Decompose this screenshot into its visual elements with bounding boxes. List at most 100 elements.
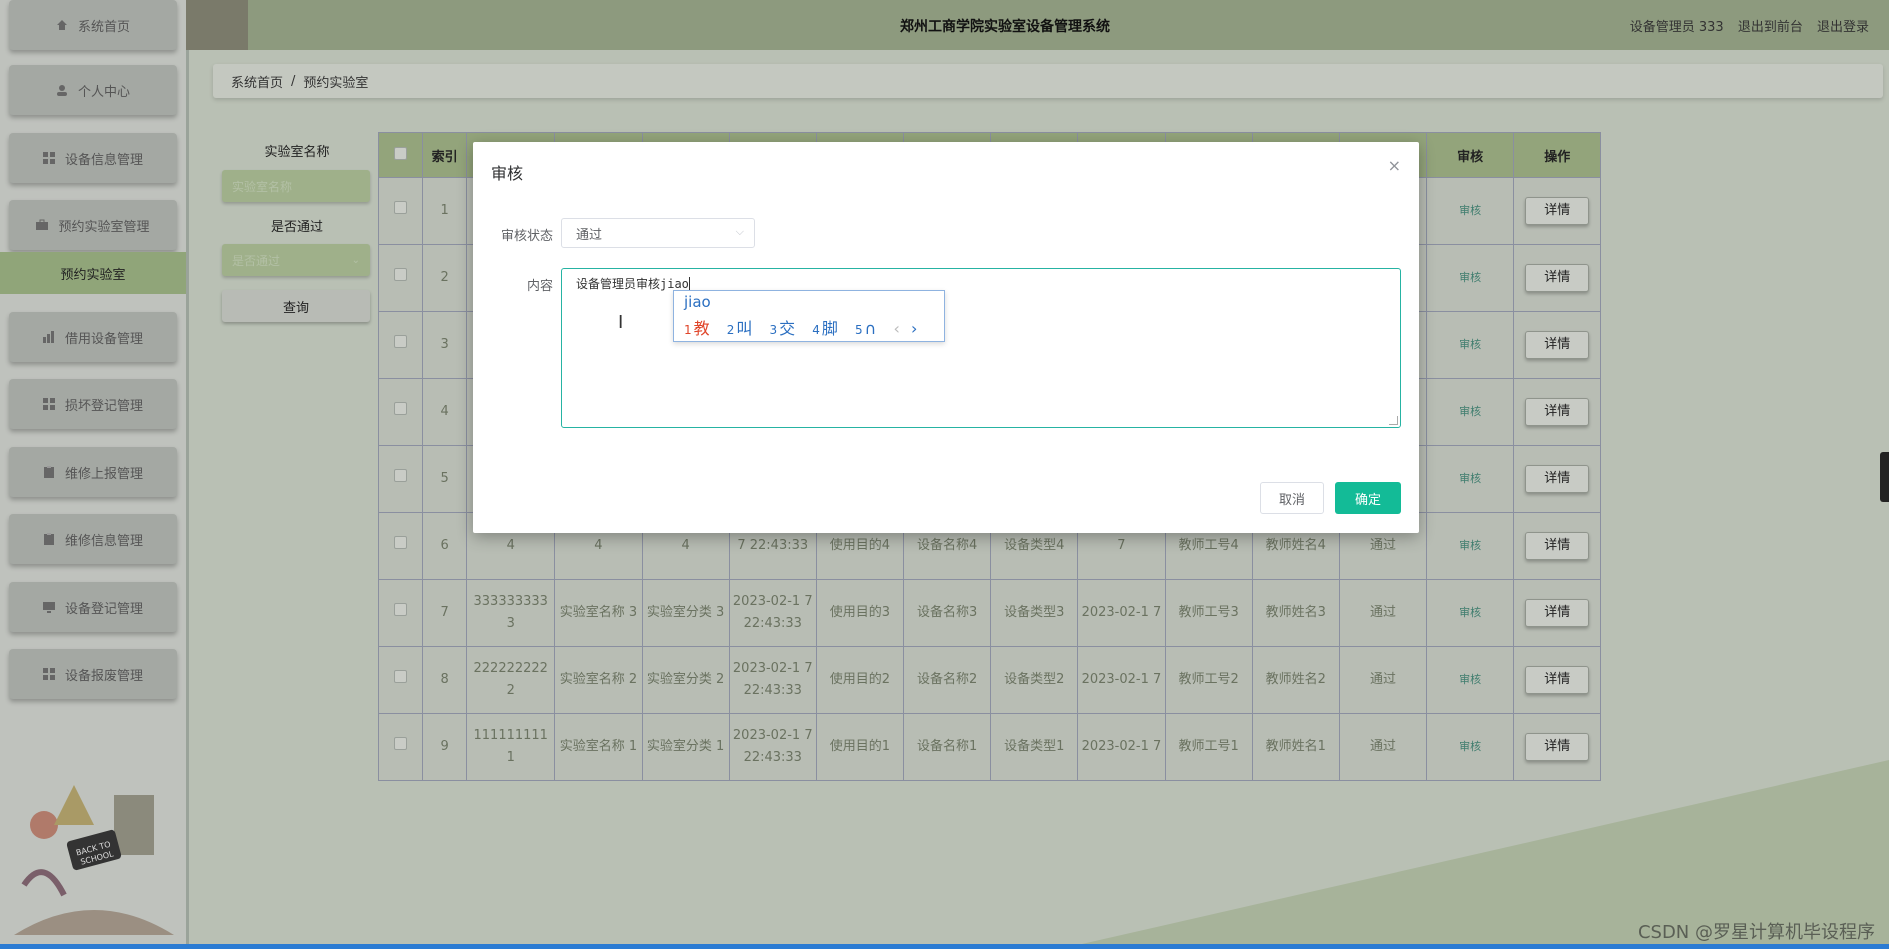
clipboard-icon bbox=[43, 533, 54, 545]
sidebar-item-label: 设备登记管理 bbox=[64, 601, 143, 617]
sidebar-item-borrow[interactable]: 借用设备管理 bbox=[9, 312, 177, 362]
sidebar-item-booked-lab[interactable]: 预约实验室 bbox=[0, 252, 186, 294]
table-cell: 222222222 2 bbox=[466, 646, 556, 714]
detail-button[interactable]: 详情 bbox=[1525, 465, 1590, 493]
checkbox-icon[interactable] bbox=[394, 603, 408, 616]
sidebar-item-scrap[interactable]: 设备报废管理 bbox=[9, 649, 177, 699]
scrollbar-handle[interactable] bbox=[1880, 452, 1889, 502]
review-link[interactable]: 审核 bbox=[1459, 405, 1481, 418]
ime-candidate[interactable]: 3交 bbox=[770, 319, 796, 338]
sidebar-item-repair-report[interactable]: 维修上报管理 bbox=[9, 447, 177, 497]
pass-select[interactable]: 是否通过 ⌄ bbox=[222, 244, 370, 276]
row-checkbox[interactable] bbox=[377, 579, 424, 647]
detail-button[interactable]: 详情 bbox=[1525, 197, 1590, 225]
grid-icon bbox=[42, 668, 55, 680]
checkbox-icon[interactable] bbox=[394, 670, 408, 683]
checkbox-icon[interactable] bbox=[394, 146, 408, 160]
cell-index: 3 bbox=[422, 311, 468, 379]
ime-candidate[interactable]: 5 ∩ bbox=[855, 319, 876, 338]
breadcrumb-separator: / bbox=[291, 73, 296, 89]
col-action: 操作 bbox=[1513, 132, 1602, 178]
resize-handle-icon[interactable] bbox=[1389, 416, 1398, 425]
cell-review: 审核 bbox=[1426, 177, 1515, 245]
table-cell: 实验室分类 1 bbox=[641, 713, 730, 781]
status-select[interactable]: 通过 ⌵ bbox=[561, 218, 755, 248]
row-checkbox[interactable] bbox=[377, 378, 424, 446]
cell-action: 详情 bbox=[1513, 445, 1602, 513]
sidebar-item-repair-info[interactable]: 维修信息管理 bbox=[9, 514, 177, 564]
logo-icon bbox=[186, 0, 248, 50]
row-checkbox[interactable] bbox=[377, 244, 424, 312]
logout-link[interactable]: 退出登录 bbox=[1817, 20, 1869, 35]
select-all-header[interactable] bbox=[377, 132, 424, 178]
review-link[interactable]: 审核 bbox=[1459, 472, 1481, 485]
user-area: 设备管理员 333 退出到前台 退出登录 bbox=[1620, 16, 1869, 35]
ime-candidate[interactable]: 2叫 bbox=[727, 319, 753, 338]
dialog-title: 审核 bbox=[491, 164, 524, 183]
table-cell: 实验室分类 3 bbox=[641, 579, 730, 647]
breadcrumb-home[interactable]: 系统首页 bbox=[231, 72, 283, 91]
close-icon[interactable]: × bbox=[1388, 156, 1401, 175]
sidebar-item-damage[interactable]: 损坏登记管理 bbox=[9, 379, 177, 429]
review-link[interactable]: 审核 bbox=[1459, 204, 1481, 217]
sidebar-item-equipment[interactable]: 设备信息管理 bbox=[9, 133, 177, 183]
checkbox-icon[interactable] bbox=[394, 536, 408, 549]
table-cell: 111111111 1 bbox=[466, 713, 556, 781]
taskbar-strip bbox=[0, 944, 1889, 949]
table-cell: 设备名称3 bbox=[903, 579, 992, 647]
table-cell: 设备名称2 bbox=[903, 646, 992, 714]
sidebar-item-profile[interactable]: 个人中心 bbox=[9, 65, 177, 115]
chart-icon bbox=[42, 331, 54, 343]
ime-candidate[interactable]: 4脚 bbox=[812, 319, 838, 338]
review-link[interactable]: 审核 bbox=[1459, 740, 1481, 753]
detail-button[interactable]: 详情 bbox=[1525, 666, 1590, 694]
review-link[interactable]: 审核 bbox=[1459, 606, 1481, 619]
row-checkbox[interactable] bbox=[377, 646, 424, 714]
col-index: 索引 bbox=[422, 132, 468, 178]
breadcrumb-current: 预约实验室 bbox=[303, 75, 369, 91]
detail-button[interactable]: 详情 bbox=[1525, 532, 1590, 560]
checkbox-icon[interactable] bbox=[394, 469, 408, 482]
search-button[interactable]: 查询 bbox=[222, 290, 370, 322]
lab-name-input[interactable]: 实验室名称 bbox=[222, 170, 370, 202]
sidebar-item-registration[interactable]: 设备登记管理 bbox=[9, 582, 177, 632]
checkbox-icon[interactable] bbox=[394, 201, 408, 214]
review-link[interactable]: 审核 bbox=[1459, 539, 1481, 552]
monitor-icon bbox=[42, 602, 55, 613]
sidebar-item-label: 损坏登记管理 bbox=[64, 398, 143, 414]
table-cell: 2023-02-1 7 22:43:33 bbox=[728, 713, 817, 781]
row-checkbox[interactable] bbox=[377, 177, 424, 245]
table-cell: 设备类型2 bbox=[990, 646, 1079, 714]
checkbox-icon[interactable] bbox=[394, 335, 408, 348]
detail-button[interactable]: 详情 bbox=[1525, 398, 1590, 426]
row-checkbox[interactable] bbox=[377, 512, 424, 580]
sidebar-item-label: 设备信息管理 bbox=[64, 152, 143, 168]
table-row: 8 222222222 2 实验室名称 2 实验室分类 2 2023-02-1 7 22… bbox=[377, 646, 1866, 714]
confirm-button[interactable]: 确定 bbox=[1335, 482, 1401, 514]
ime-candidate[interactable]: 1教 bbox=[684, 319, 710, 338]
detail-button[interactable]: 详情 bbox=[1525, 264, 1590, 292]
detail-button[interactable]: 详情 bbox=[1525, 331, 1590, 359]
review-link[interactable]: 审核 bbox=[1459, 338, 1481, 351]
chevron-left-icon[interactable]: ‹ bbox=[893, 319, 899, 338]
row-checkbox[interactable] bbox=[377, 713, 424, 781]
review-link[interactable]: 审核 bbox=[1459, 673, 1481, 686]
sidebar-item-home[interactable]: 系统首页 bbox=[9, 0, 177, 50]
back-to-school-illustration: BACK TO SCHOOL bbox=[14, 785, 174, 935]
detail-button[interactable]: 详情 bbox=[1525, 733, 1590, 761]
checkbox-icon[interactable] bbox=[394, 737, 408, 750]
cancel-button[interactable]: 取消 bbox=[1260, 482, 1324, 514]
review-link[interactable]: 审核 bbox=[1459, 271, 1481, 284]
row-checkbox[interactable] bbox=[377, 311, 424, 379]
sidebar-item-lab-booking[interactable]: 预约实验室管理 bbox=[9, 200, 177, 250]
checkbox-icon[interactable] bbox=[394, 402, 408, 415]
row-checkbox[interactable] bbox=[377, 445, 424, 513]
back-to-front-link[interactable]: 退出到前台 bbox=[1738, 20, 1803, 35]
sidebar-item-label: 预约实验室 bbox=[60, 267, 126, 283]
detail-button[interactable]: 详情 bbox=[1525, 599, 1590, 627]
checkbox-icon[interactable] bbox=[394, 268, 408, 281]
content-text: 设备管理员审核jiao bbox=[576, 277, 689, 291]
cell-index: 6 bbox=[422, 512, 468, 580]
chevron-right-icon[interactable]: › bbox=[911, 319, 917, 338]
table-cell: 333333333 3 bbox=[466, 579, 556, 647]
